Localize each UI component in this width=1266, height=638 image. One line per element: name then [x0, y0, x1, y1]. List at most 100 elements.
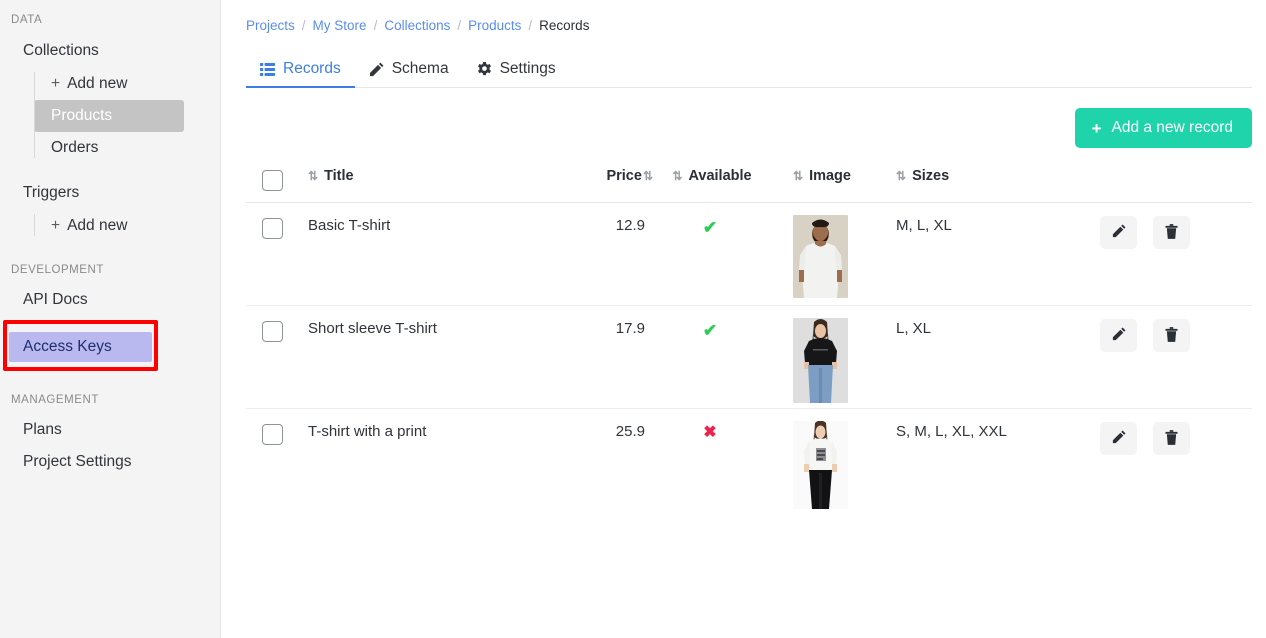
sidebar-item-api-docs[interactable]: API Docs: [0, 284, 220, 316]
record-title: Short sleeve T-shirt: [308, 320, 437, 337]
sidebar-item-collections-add-new[interactable]: + Add new: [34, 68, 184, 100]
add-new-record-button[interactable]: + Add a new record: [1074, 108, 1252, 148]
cell-price: 12.9: [553, 215, 653, 235]
record-sizes: S, M, L, XL, XXL: [896, 423, 1007, 440]
breadcrumb-item-projects[interactable]: Projects: [246, 18, 295, 33]
table-row: Short sleeve T-shirt 17.9 ✔ L, XL: [246, 306, 1252, 409]
available-check-icon: ✔: [702, 218, 718, 237]
sidebar-item-orders[interactable]: Orders: [34, 132, 184, 164]
tab-label: Records: [283, 60, 341, 77]
tab-records[interactable]: Records: [246, 60, 355, 88]
sort-image-button[interactable]: ⇅ Image: [793, 168, 851, 184]
edit-record-button[interactable]: [1100, 319, 1137, 352]
breadcrumb-separator: /: [528, 18, 533, 33]
sidebar-collections-group: + Add new Products Orders: [34, 68, 220, 164]
tab-schema[interactable]: Schema: [355, 60, 463, 87]
sort-title-button[interactable]: ⇅ Title: [308, 168, 354, 184]
delete-record-button[interactable]: [1153, 216, 1190, 249]
pencil-icon: [1112, 327, 1126, 344]
sidebar-section-data: DATA: [11, 14, 43, 26]
cell-available: ✔: [653, 318, 763, 341]
record-title: Basic T-shirt: [308, 217, 391, 234]
list-icon: [260, 62, 275, 76]
column-label: Image: [809, 168, 851, 184]
breadcrumb-item-records: Records: [539, 18, 590, 33]
main-content: Projects / My Store / Collections / Prod…: [221, 0, 1266, 638]
sort-icon: ⇅: [308, 169, 319, 183]
cell-price: 25.9: [553, 421, 653, 441]
records-table: ⇅ Title Price ⇅ ⇅ Available ⇅ Image ⇅ Si…: [246, 167, 1252, 515]
cell-image: [763, 421, 884, 509]
record-thumbnail[interactable]: [793, 318, 848, 403]
trash-icon: [1165, 223, 1178, 242]
cell-available: ✖: [653, 421, 763, 442]
column-header-title: ⇅ Title: [308, 167, 553, 185]
unavailable-cross-icon: ✖: [703, 424, 717, 441]
breadcrumb-separator: /: [373, 18, 378, 33]
sidebar-item-products[interactable]: Products: [34, 100, 184, 132]
sidebar-item-triggers[interactable]: Triggers: [0, 176, 220, 210]
delete-record-button[interactable]: [1153, 319, 1190, 352]
sort-icon: ⇅: [793, 169, 804, 183]
row-checkbox[interactable]: [262, 424, 283, 445]
row-actions: [1084, 215, 1252, 249]
sort-available-button[interactable]: ⇅ Available: [668, 168, 751, 184]
cell-title: T-shirt with a print: [308, 421, 553, 441]
row-select-cell: [246, 421, 308, 445]
row-checkbox[interactable]: [262, 321, 283, 342]
cell-sizes: M, L, XL: [884, 215, 1084, 235]
column-header-sizes: ⇅ Sizes: [884, 167, 1084, 185]
sort-price-button[interactable]: Price ⇅: [606, 168, 653, 184]
plus-icon: +: [51, 75, 61, 92]
sidebar-item-plans[interactable]: Plans: [0, 414, 220, 446]
row-select-cell: [246, 215, 308, 239]
sort-icon: ⇅: [642, 169, 653, 183]
record-thumbnail[interactable]: [793, 215, 848, 298]
sidebar-item-collections[interactable]: Collections: [0, 34, 220, 68]
table-toolbar: + Add a new record: [221, 88, 1266, 148]
plus-icon: +: [51, 217, 61, 234]
edit-record-button[interactable]: [1100, 216, 1137, 249]
sort-icon: ⇅: [896, 169, 907, 183]
column-label: Title: [324, 168, 354, 184]
column-header-actions: [1084, 167, 1252, 168]
edit-record-button[interactable]: [1100, 422, 1137, 455]
record-thumbnail[interactable]: [793, 421, 848, 509]
sidebar: DATA Collections + Add new Products Order…: [0, 0, 221, 638]
plus-icon: +: [1091, 118, 1102, 138]
table-header-row: ⇅ Title Price ⇅ ⇅ Available ⇅ Image ⇅ Si…: [246, 167, 1252, 203]
add-new-record-label: Add a new record: [1111, 119, 1234, 136]
cell-sizes: S, M, L, XL, XXL: [884, 421, 1084, 441]
tab-bar: Records Schema Settings: [246, 55, 1252, 88]
sidebar-item-access-keys[interactable]: Access Keys: [9, 332, 152, 362]
gear-icon: [477, 61, 492, 77]
sidebar-item-triggers-add-new[interactable]: + Add new: [34, 210, 184, 242]
row-checkbox[interactable]: [262, 218, 283, 239]
cell-title: Short sleeve T-shirt: [308, 318, 553, 338]
select-all-checkbox[interactable]: [262, 170, 283, 191]
row-actions: [1084, 318, 1252, 352]
available-check-icon: ✔: [702, 321, 718, 340]
pencil-icon: [369, 62, 384, 77]
sidebar-item-project-settings[interactable]: Project Settings: [0, 446, 220, 478]
cell-image: [763, 215, 884, 298]
sidebar-item-label: Add new: [67, 75, 128, 92]
tab-settings[interactable]: Settings: [463, 60, 570, 87]
breadcrumb-item-collections[interactable]: Collections: [384, 18, 450, 33]
record-sizes: L, XL: [896, 320, 932, 337]
delete-record-button[interactable]: [1153, 422, 1190, 455]
breadcrumb-item-my-store[interactable]: My Store: [313, 18, 367, 33]
pencil-icon: [1112, 430, 1126, 447]
breadcrumb-separator: /: [301, 18, 306, 33]
app-root: DATA Collections + Add new Products Order…: [0, 0, 1266, 638]
cell-available: ✔: [653, 215, 763, 238]
breadcrumb-item-products[interactable]: Products: [468, 18, 521, 33]
breadcrumb: Projects / My Store / Collections / Prod…: [221, 0, 1266, 33]
sidebar-access-keys-wrapper: Access Keys: [0, 316, 220, 378]
sort-sizes-button[interactable]: ⇅ Sizes: [896, 168, 949, 184]
tab-label: Settings: [499, 60, 556, 77]
column-label: Sizes: [912, 168, 950, 184]
cell-price: 17.9: [553, 318, 653, 338]
column-label: Available: [688, 168, 752, 184]
column-header-image: ⇅ Image: [763, 167, 884, 185]
